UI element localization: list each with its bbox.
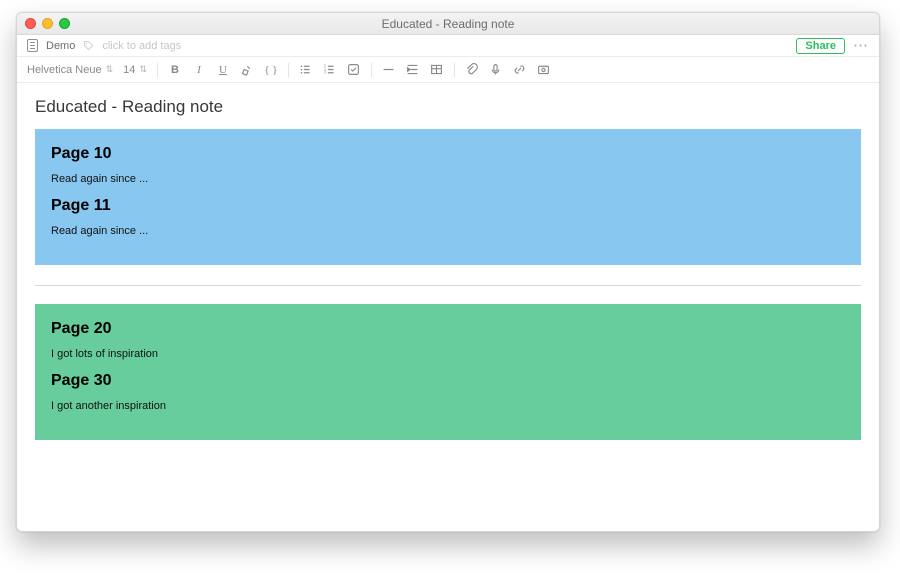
svg-text:3: 3	[324, 70, 326, 75]
highlight-button[interactable]	[240, 63, 254, 77]
chevron-updown-icon: ⇅	[106, 64, 114, 75]
photo-button[interactable]	[537, 63, 551, 77]
app-window: Educated - Reading note Demo click to ad…	[16, 12, 880, 532]
indent-button[interactable]	[406, 63, 420, 77]
notebook-name[interactable]: Demo	[46, 40, 75, 52]
block-body[interactable]: I got lots of inspiration	[51, 348, 845, 360]
note-body[interactable]: Educated - Reading note Page 10 Read aga…	[17, 83, 879, 531]
horizontal-rule-button[interactable]	[382, 63, 396, 77]
toolbar-separator	[157, 63, 158, 77]
bullet-list-button[interactable]	[299, 63, 313, 77]
block-heading[interactable]: Page 30	[51, 372, 845, 390]
font-family-label: Helvetica Neue	[27, 64, 102, 76]
titlebar: Educated - Reading note	[17, 13, 879, 35]
block-heading[interactable]: Page 20	[51, 320, 845, 338]
traffic-lights	[25, 18, 70, 29]
toolbar-separator	[288, 63, 289, 77]
font-family-select[interactable]: Helvetica Neue ⇅	[27, 64, 113, 76]
block-heading[interactable]: Page 11	[51, 197, 845, 215]
notebook-icon[interactable]	[27, 39, 38, 52]
tags-placeholder[interactable]: click to add tags	[102, 40, 181, 52]
format-toolbar: Helvetica Neue ⇅ 14 ⇅ B I U { } 123	[17, 57, 879, 83]
link-button[interactable]	[513, 63, 527, 77]
minimize-window-icon[interactable]	[42, 18, 53, 29]
highlight-block-green[interactable]: Page 20 I got lots of inspiration Page 3…	[35, 304, 861, 440]
toolbar-separator	[454, 63, 455, 77]
horizontal-rule	[35, 285, 861, 286]
zoom-window-icon[interactable]	[59, 18, 70, 29]
toolbar-separator	[371, 63, 372, 77]
audio-button[interactable]	[489, 63, 503, 77]
attach-button[interactable]	[465, 63, 479, 77]
underline-button[interactable]: U	[216, 63, 230, 77]
number-list-button[interactable]: 123	[323, 63, 337, 77]
checklist-button[interactable]	[347, 63, 361, 77]
block-body[interactable]: Read again since ...	[51, 225, 845, 237]
close-window-icon[interactable]	[25, 18, 36, 29]
font-size-label: 14	[123, 64, 135, 76]
table-button[interactable]	[430, 63, 444, 77]
highlight-block-blue[interactable]: Page 10 Read again since ... Page 11 Rea…	[35, 129, 861, 265]
note-header: Demo click to add tags Share ⋯	[17, 35, 879, 57]
bold-button[interactable]: B	[168, 63, 182, 77]
block-body[interactable]: Read again since ...	[51, 173, 845, 185]
italic-button[interactable]: I	[192, 63, 206, 77]
block-body[interactable]: I got another inspiration	[51, 400, 845, 412]
tag-icon[interactable]	[83, 40, 94, 51]
note-title[interactable]: Educated - Reading note	[35, 97, 861, 117]
code-block-button[interactable]: { }	[264, 63, 278, 77]
block-heading[interactable]: Page 10	[51, 145, 845, 163]
font-size-select[interactable]: 14 ⇅	[123, 64, 147, 76]
window-title: Educated - Reading note	[17, 17, 879, 31]
chevron-updown-icon: ⇅	[139, 64, 147, 75]
share-button[interactable]: Share	[796, 38, 845, 54]
